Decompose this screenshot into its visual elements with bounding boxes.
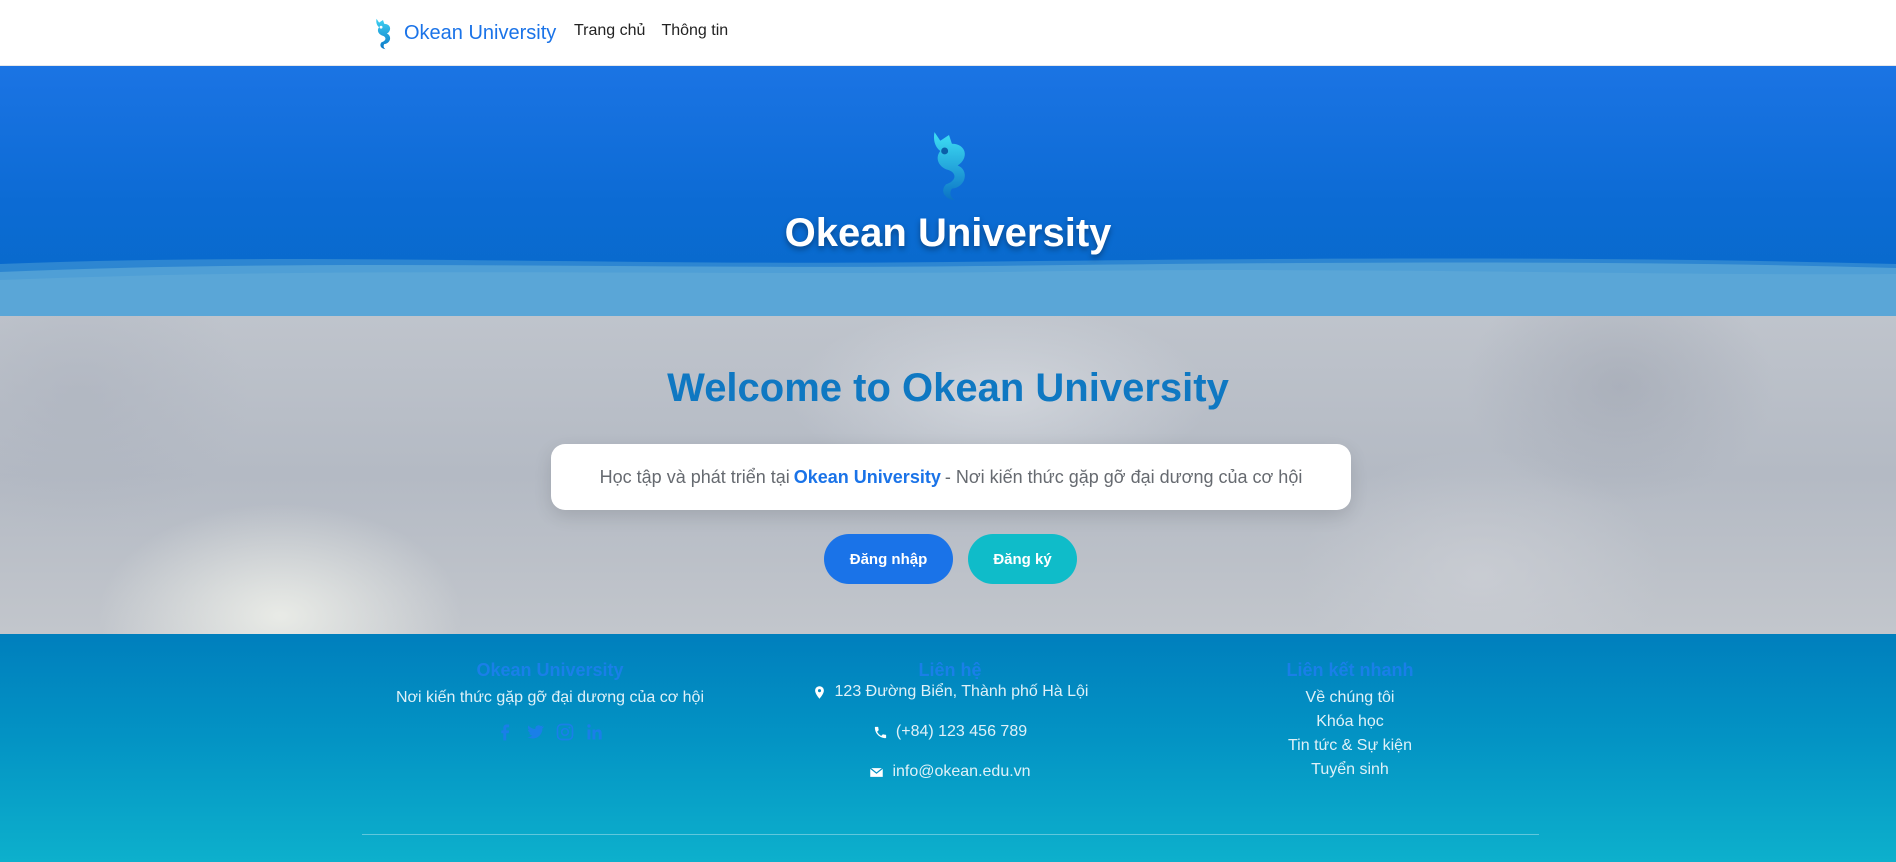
nav-links: Trang chủ Thông tin bbox=[574, 22, 728, 40]
envelope-icon bbox=[870, 767, 884, 777]
footer: Okean University Nơi kiến thức gặp gỡ đạ… bbox=[0, 634, 1896, 862]
tagline-text: Học tập và phát triển tại bbox=[599, 466, 790, 487]
quick-link-about[interactable]: Về chúng tôi bbox=[1306, 688, 1395, 708]
footer-contact: Liên hệ 123 Đường Biển, Thành phố Hà Lội… bbox=[750, 658, 1150, 782]
register-button[interactable]: Đăng ký bbox=[968, 534, 1077, 584]
tagline-highlight: Okean University bbox=[793, 466, 941, 487]
nav-link-home[interactable]: Trang chủ bbox=[574, 22, 645, 40]
linkedin-icon[interactable] bbox=[585, 722, 605, 742]
quick-links-list: Về chúng tôi Khóa học Tin tức & Sự kiện … bbox=[1150, 688, 1550, 780]
footer-about-text: Nơi kiến thức gặp gỡ đại dương của cơ hộ… bbox=[396, 689, 704, 706]
hero-banner: Okean University bbox=[0, 66, 1896, 316]
footer-quick-links-title: Liên kết nhanh bbox=[1286, 660, 1414, 680]
tagline-card: Học tập và phát triển tại Okean Universi… bbox=[551, 444, 1351, 510]
phone-icon bbox=[874, 726, 887, 738]
footer-divider bbox=[362, 834, 1539, 835]
footer-quick-links: Liên kết nhanh Về chúng tôi Khóa học Tin… bbox=[1150, 658, 1550, 780]
map-pin-icon bbox=[814, 685, 824, 699]
footer-about-title: Okean University bbox=[476, 660, 624, 680]
quick-link-courses[interactable]: Khóa học bbox=[1316, 712, 1384, 732]
contact-address-text: 123 Đường Biển, Thành phố Hà Lội bbox=[834, 683, 1089, 700]
footer-contact-title: Liên hệ bbox=[918, 660, 982, 680]
login-button[interactable]: Đăng nhập bbox=[824, 534, 953, 584]
seahorse-logo-icon bbox=[376, 18, 391, 50]
social-links bbox=[350, 722, 750, 742]
brand-name: Okean University bbox=[404, 21, 557, 44]
welcome-heading: Welcome to Okean University bbox=[667, 366, 1229, 410]
seahorse-logo-icon bbox=[933, 132, 965, 201]
nav-link-info[interactable]: Thông tin bbox=[661, 22, 728, 40]
quick-link-admissions[interactable]: Tuyển sinh bbox=[1311, 760, 1389, 780]
contact-phone-text: (+84) 123 456 789 bbox=[895, 723, 1028, 740]
quick-link-news[interactable]: Tin tức & Sự kiện bbox=[1288, 736, 1412, 756]
facebook-icon[interactable] bbox=[495, 722, 515, 742]
footer-about: Okean University Nơi kiến thức gặp gỡ đạ… bbox=[350, 658, 750, 742]
hero-title: Okean University bbox=[784, 211, 1112, 255]
navbar: Okean University Trang chủ Thông tin bbox=[0, 0, 1896, 66]
twitter-icon[interactable] bbox=[525, 722, 545, 742]
welcome-section: Welcome to Okean University Học tập và p… bbox=[0, 316, 1896, 634]
tagline-text-end: - Nơi kiến thức gặp gỡ đại dương của cơ … bbox=[944, 466, 1303, 487]
brand-link[interactable]: Okean University bbox=[370, 16, 556, 50]
contact-address: 123 Đường Biển, Thành phố Hà Lội bbox=[750, 682, 1150, 702]
contact-phone: (+84) 123 456 789 bbox=[750, 722, 1150, 742]
contact-email-text[interactable]: info@okean.edu.vn bbox=[892, 763, 1030, 781]
contact-email: info@okean.edu.vn bbox=[750, 762, 1150, 782]
instagram-icon[interactable] bbox=[555, 722, 575, 742]
